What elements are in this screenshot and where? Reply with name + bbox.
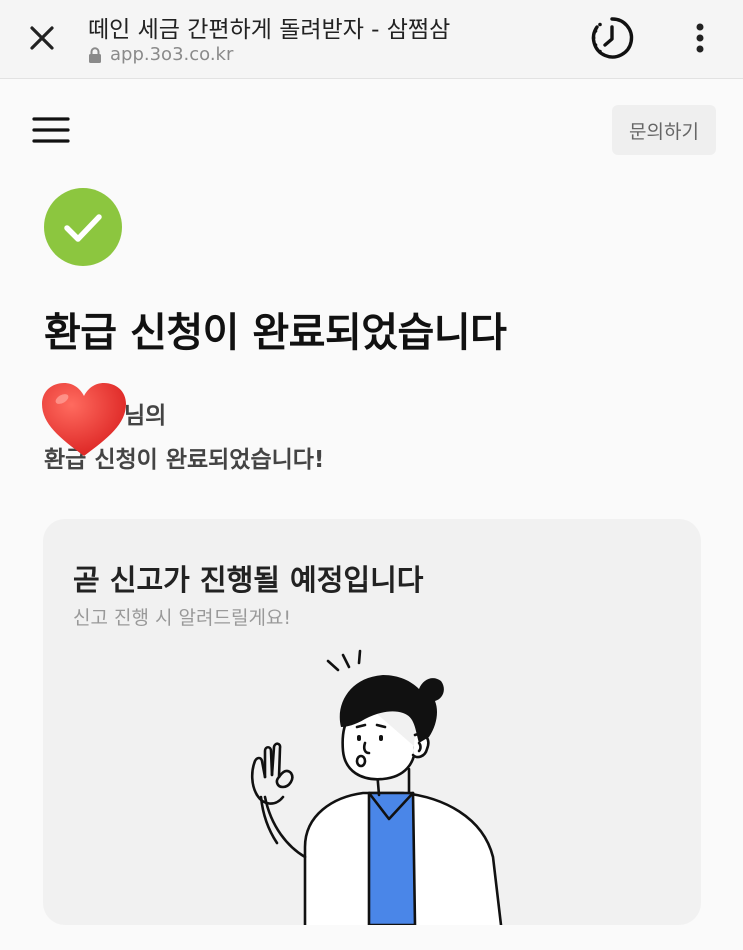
completion-headline: 환급 신청이 완료되었습니다 [44, 310, 507, 356]
heart-sticker [42, 383, 126, 456]
inquiry-button[interactable]: 문의하기 [612, 105, 716, 155]
more-vertical-icon [696, 23, 704, 53]
menu-button[interactable] [30, 112, 72, 148]
history-icon [591, 17, 634, 59]
url-text: app.3o3.co.kr [110, 44, 234, 65]
card-title: 곧 신고가 진행될 예정입니다 [73, 563, 424, 597]
report-status-card: 곧 신고가 진행될 예정입니다 신고 진행 시 알려드릴게요! [43, 519, 701, 925]
history-button[interactable] [586, 12, 638, 64]
page-title: 떼인 세금 간편하게 돌려받자 - 삼쩜삼 [88, 17, 451, 43]
person-ok-gesture-illustration [250, 649, 503, 925]
check-circle-icon [44, 188, 122, 266]
more-options-button[interactable] [680, 14, 720, 62]
address-bar[interactable]: app.3o3.co.kr [88, 44, 233, 65]
close-button[interactable] [22, 18, 62, 58]
lock-icon [88, 46, 102, 63]
close-icon [30, 26, 54, 50]
browser-top-bar: 떼인 세금 간편하게 돌려받자 - 삼쩜삼 app.3o3.co.kr [0, 0, 743, 79]
name-suffix-text: 님의 [124, 403, 167, 429]
card-subtitle: 신고 진행 시 알려드릴게요! [73, 607, 292, 629]
hamburger-icon [32, 117, 70, 143]
